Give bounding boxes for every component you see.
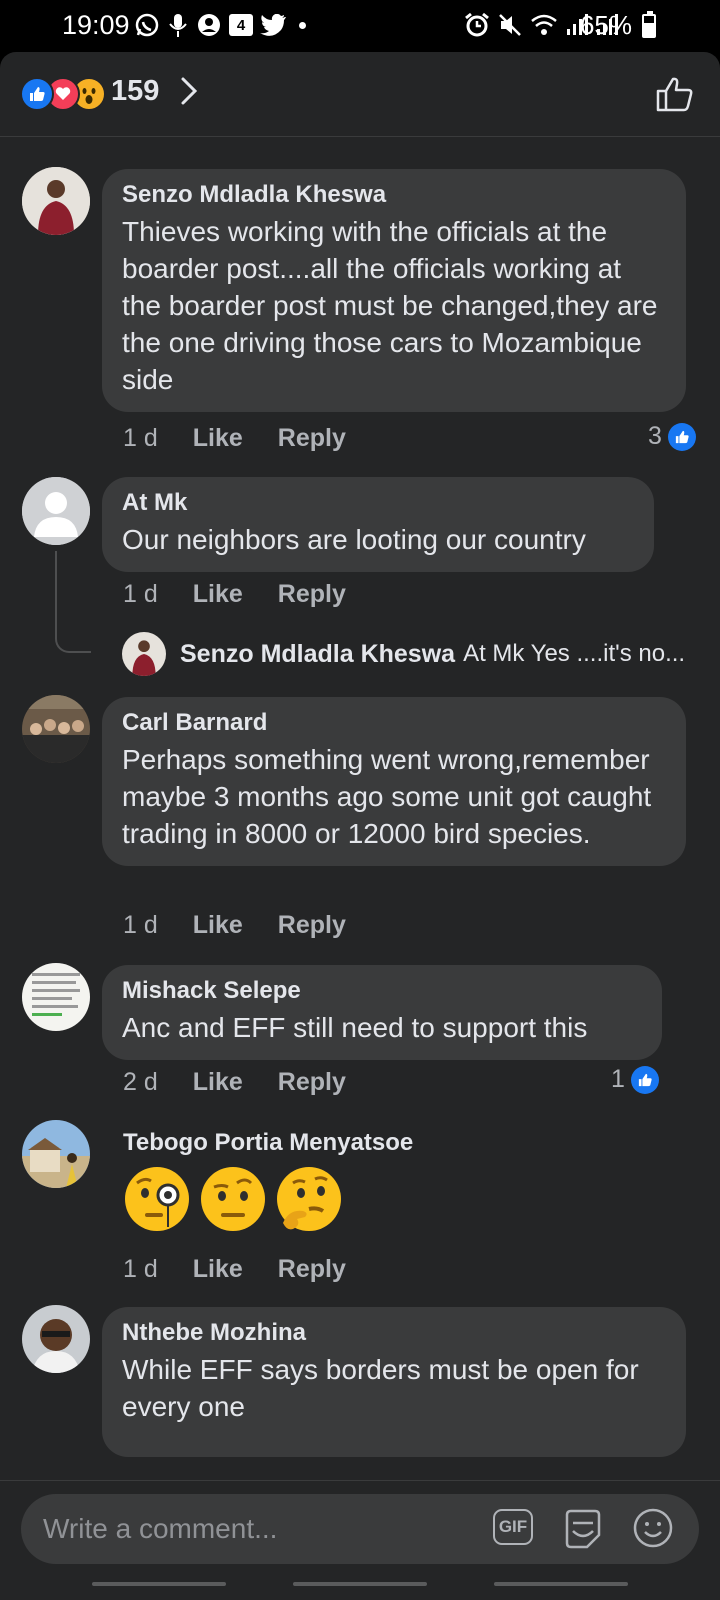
like-button[interactable]: Like xyxy=(193,580,243,609)
comment-actions: 1 d Like Reply xyxy=(123,424,381,453)
reaction-count[interactable]: 159 xyxy=(111,75,159,108)
status-bar: 19:09 4 65% xyxy=(0,0,720,52)
like-icon xyxy=(20,77,54,111)
reactions-header: 159 xyxy=(0,52,720,137)
comment-bubble: Carl Barnard Perhaps something went wron… xyxy=(102,697,686,866)
emoji-comment: Tebogo Portia Menyatsoe xyxy=(123,1129,413,1233)
comment-bubble: Nthebe Mozhina While EFF says borders mu… xyxy=(102,1307,686,1457)
battery-icon xyxy=(642,11,656,38)
microphone-icon xyxy=(169,14,187,37)
nav-recent-button[interactable] xyxy=(92,1582,226,1586)
comment-author[interactable]: Tebogo Portia Menyatsoe xyxy=(123,1129,413,1157)
comment-actions: 1 d Like Reply xyxy=(123,911,381,940)
emoji-icon[interactable] xyxy=(631,1506,675,1550)
notification-badge-count: 4 xyxy=(236,16,246,34)
avatar[interactable] xyxy=(22,167,90,235)
comment-time: 1 d xyxy=(123,580,158,608)
like-icon xyxy=(667,422,696,451)
comment-reaction-count[interactable]: 3 xyxy=(648,422,696,451)
comment-bubble: At Mk Our neighbors are looting our coun… xyxy=(102,477,654,572)
like-icon xyxy=(630,1065,659,1094)
comment-time: 1 d xyxy=(123,911,158,939)
chevron-right-icon[interactable] xyxy=(180,76,198,106)
mute-icon xyxy=(499,14,521,36)
nav-back-button[interactable] xyxy=(494,1582,628,1586)
comment-author[interactable]: Nthebe Mozhina xyxy=(122,1319,666,1347)
comment-author[interactable]: Mishack Selepe xyxy=(122,977,642,1005)
nav-home-button[interactable] xyxy=(293,1582,427,1586)
comment-actions: 1 d Like Reply xyxy=(123,1255,381,1284)
battery-percent: 65% xyxy=(579,10,632,40)
comment-placeholder: Write a comment... xyxy=(43,1513,278,1544)
comment-author[interactable]: Senzo Mdladla Kheswa xyxy=(122,181,666,209)
reply-button[interactable]: Reply xyxy=(278,1068,346,1097)
comment-reaction-count[interactable]: 1 xyxy=(611,1065,659,1094)
thread-line xyxy=(55,551,91,653)
gif-button[interactable]: GIF xyxy=(493,1509,533,1545)
account-icon xyxy=(198,14,220,36)
reply-preview[interactable]: Senzo Mdladla Kheswa At Mk Yes ....it's … xyxy=(122,632,685,676)
avatar[interactable] xyxy=(22,963,90,1031)
notification-badge-icon: 4 xyxy=(229,14,253,36)
avatar[interactable] xyxy=(22,1305,90,1373)
comments-sheet: 159 Senzo Mdladla Kheswa Thieves working… xyxy=(0,52,720,1600)
face-with-raised-eyebrow-icon xyxy=(201,1167,265,1231)
like-button[interactable]: Like xyxy=(193,1068,243,1097)
gif-label: GIF xyxy=(498,1517,528,1536)
alarm-icon xyxy=(465,12,489,37)
sticker-icon[interactable] xyxy=(561,1507,605,1551)
thinking-face-icon xyxy=(277,1167,341,1231)
comment-actions: 1 d Like Reply xyxy=(123,580,381,609)
reply-author: Senzo Mdladla Kheswa xyxy=(180,639,456,668)
face-with-monocle-icon xyxy=(125,1167,189,1231)
reply-button[interactable]: Reply xyxy=(278,424,346,453)
reply-button[interactable]: Reply xyxy=(278,580,346,609)
like-button[interactable]: Like xyxy=(193,424,243,453)
reactions-summary[interactable] xyxy=(20,77,106,111)
reply-text: At Mk Yes ....it's no... xyxy=(463,640,686,667)
comment-time: 1 d xyxy=(123,424,158,452)
notification-icons: 4 xyxy=(134,12,306,38)
reaction-number: 1 xyxy=(611,1065,625,1093)
wifi-icon xyxy=(531,14,557,35)
comment-text: Perhaps something went wrong,remember ma… xyxy=(122,744,652,849)
comment-text: Thieves working with the officials at th… xyxy=(122,216,658,395)
comment-actions: 2 d Like Reply xyxy=(123,1068,381,1097)
like-button[interactable]: Like xyxy=(193,1255,243,1284)
avatar xyxy=(122,632,166,676)
avatar[interactable] xyxy=(22,1120,90,1188)
avatar[interactable] xyxy=(22,477,90,545)
reaction-number: 3 xyxy=(648,422,662,450)
comment-time: 1 d xyxy=(123,1255,158,1283)
comment-text: Anc and EFF still need to support this xyxy=(122,1012,588,1043)
reply-button[interactable]: Reply xyxy=(278,911,346,940)
system-nav-bar xyxy=(0,1570,720,1600)
emoji-row xyxy=(123,1165,413,1233)
avatar[interactable] xyxy=(22,695,90,763)
like-post-icon[interactable] xyxy=(656,76,694,112)
comment-text: Our neighbors are looting our country xyxy=(122,524,586,555)
status-time: 19:09 xyxy=(62,10,130,40)
comment-time: 2 d xyxy=(123,1068,158,1096)
comment-input[interactable]: Write a comment... GIF xyxy=(21,1494,699,1564)
comment-bubble: Senzo Mdladla Kheswa Thieves working wit… xyxy=(102,169,686,412)
comment-author[interactable]: At Mk xyxy=(122,489,634,517)
battery-level-fill xyxy=(644,23,654,36)
like-button[interactable]: Like xyxy=(193,911,243,940)
more-notifications-dot xyxy=(299,21,306,29)
comment-bubble: Mishack Selepe Anc and EFF still need to… xyxy=(102,965,662,1060)
reply-button[interactable]: Reply xyxy=(278,1255,346,1284)
whatsapp-icon xyxy=(135,13,159,37)
twitter-icon xyxy=(260,14,286,36)
comment-author[interactable]: Carl Barnard xyxy=(122,709,666,737)
comment-text: While EFF says borders must be open for … xyxy=(122,1354,639,1422)
